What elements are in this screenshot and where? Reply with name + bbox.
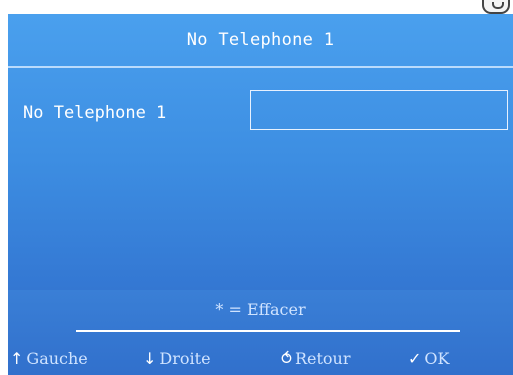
check-icon: ✓ [408, 349, 422, 368]
return-icon: ⥀ [281, 349, 292, 368]
arrow-up-icon: ↑ [10, 349, 24, 368]
phone-number-label: No Telephone 1 [23, 103, 167, 123]
phone-number-input[interactable] [250, 90, 508, 130]
softkey-label: Retour [294, 349, 351, 368]
softkey-gauche[interactable]: ↑ Gauche [10, 348, 88, 370]
device-corner-icon [482, 0, 510, 14]
softkey-label: Gauche [26, 349, 88, 368]
hint-divider [76, 330, 460, 332]
softkey-droite[interactable]: ↓ Droite [143, 348, 211, 370]
page-title: No Telephone 1 [186, 30, 335, 50]
arrow-down-icon: ↓ [143, 349, 157, 368]
softkey-label: Droite [159, 349, 211, 368]
lcd-screen: No Telephone 1 No Telephone 1 * = Efface… [8, 14, 513, 375]
softkey-retour[interactable]: ⥀ Retour [281, 348, 350, 370]
title-divider [8, 66, 513, 68]
softkey-ok[interactable]: ✓ OK [408, 348, 449, 370]
softkey-label: OK [424, 349, 450, 368]
clear-hint: * = Effacer [215, 300, 306, 319]
softkey-bar: ↑ Gauche ↓ Droite ⥀ Retour ✓ OK [8, 348, 513, 370]
